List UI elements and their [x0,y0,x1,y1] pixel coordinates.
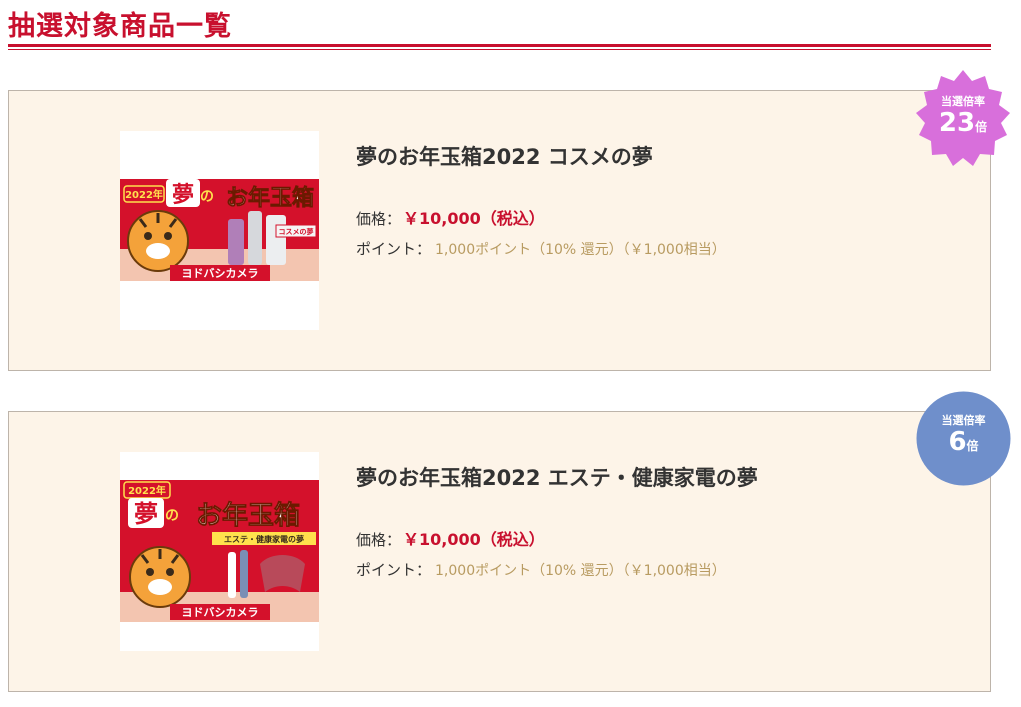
win-rate-badge: 当選倍率 23倍 [913,68,1013,168]
title-underline [8,44,991,47]
badge-number: 6 [948,427,967,457]
badge-label: 当選倍率 [941,414,986,427]
image-otoshidama-text: お年玉箱 [226,185,314,211]
badge-label: 当選倍率 [941,95,985,108]
image-sub-text: コスメの夢 [279,227,314,236]
points-row: ポイント： 1,000ポイント（10% 還元）（￥1,000相当） [356,238,726,259]
price-value: ￥10,000（税込） [403,530,545,549]
product-title[interactable]: 夢のお年玉箱2022 エステ・健康家電の夢 [356,462,758,492]
price-row: 価格： ￥10,000（税込） [356,526,545,550]
badge-number: 23 [938,108,976,138]
points-label: ポイント： [356,561,432,579]
points-row: ポイント： 1,000ポイント（10% 還元）（￥1,000相当） [356,559,726,580]
points-value: 1,000ポイント（10% 還元）（￥1,000相当） [435,563,726,579]
page-title: 抽選対象商品一覧 [8,11,232,42]
win-rate-badge: 当選倍率 6倍 [916,391,1011,486]
product-image-cosme[interactable]: 2022年 夢 の お年玉箱 コスメの夢 ヨドバシカメラ [120,131,319,330]
image-year-text: 2022年 [128,484,166,497]
image-brand-text: ヨドバシカメラ [182,606,259,619]
badge-unit: 倍 [975,120,988,134]
product-image-este[interactable]: 2022年 夢 の お年玉箱 エステ・健康家電の夢 ヨドバシカメラ [120,452,319,651]
image-no-text: の [165,508,179,524]
image-yume-text: 夢 [172,183,194,208]
image-brand-text: ヨドバシカメラ [182,267,259,280]
product-card[interactable]: 2022年 夢 の お年玉箱 エステ・健康家電の夢 ヨドバシカメラ 夢のお年玉箱… [8,411,991,692]
image-otoshidama-text: お年玉箱 [196,500,300,531]
badge-unit: 倍 [966,439,979,453]
image-sub-text: エステ・健康家電の夢 [224,534,304,544]
price-label: 価格： [356,210,402,228]
image-no-text: の [200,189,214,205]
image-yume-text: 夢 [134,500,158,528]
product-card[interactable]: 2022年 夢 の お年玉箱 コスメの夢 ヨドバシカメラ 夢のお年玉箱2022 … [8,90,991,371]
price-label: 価格： [356,531,402,549]
price-row: 価格： ￥10,000（税込） [356,205,545,229]
title-underline-thin [8,49,991,50]
image-year-text: 2022年 [125,188,163,201]
points-label: ポイント： [356,240,432,258]
product-title[interactable]: 夢のお年玉箱2022 コスメの夢 [356,141,653,171]
price-value: ￥10,000（税込） [403,209,545,228]
points-value: 1,000ポイント（10% 還元）（￥1,000相当） [435,242,726,258]
